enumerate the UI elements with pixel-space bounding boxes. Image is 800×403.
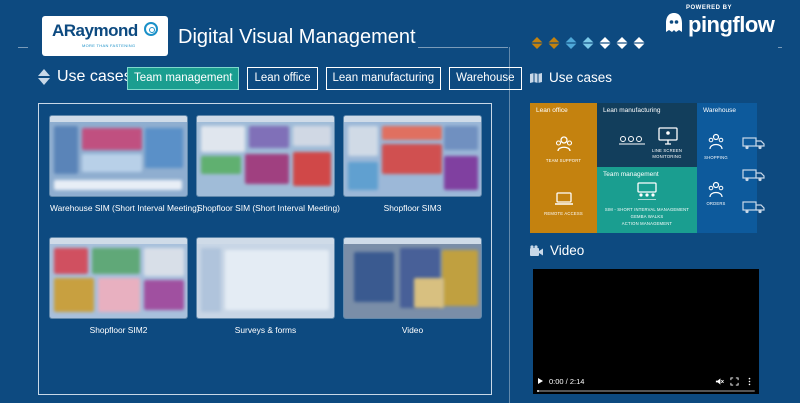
- truck-icon: [742, 201, 765, 214]
- powered-by-label: POWERED BY: [686, 5, 733, 11]
- tile-label: Warehouse SIM (Short Interval Meeting): [50, 203, 200, 213]
- tile-shopfloor-sim2[interactable]: Shopfloor SIM2: [50, 238, 187, 335]
- decorative-diamonds: [530, 36, 646, 50]
- video-camera-icon: [530, 244, 543, 256]
- cell-title: Warehouse: [703, 107, 736, 114]
- matrix-cell-lean-office[interactable]: Lean office TEAM SUPPORT REMOTE ACCESS: [530, 103, 597, 233]
- tile-label: Shopfloor SIM (Short Interval Meeting): [197, 203, 340, 213]
- cell-caption: REMOTE ACCESS: [544, 211, 583, 216]
- sort-diamond-icon: [38, 69, 50, 85]
- production-line-icon: [619, 136, 645, 145]
- araymond-logo: ARaymond MORE THAN FASTENING: [42, 16, 168, 56]
- use-case-matrix: Lean office TEAM SUPPORT REMOTE ACCESS L…: [530, 103, 757, 233]
- tile-shopfloor-sim[interactable]: Shopfloor SIM (Short Interval Meeting): [197, 116, 340, 213]
- diamond-icon: [632, 36, 646, 50]
- tile-thumbnail[interactable]: [344, 238, 481, 318]
- pingflow-ghost-icon: [666, 13, 682, 32]
- logo-tagline: MORE THAN FASTENING: [82, 43, 136, 48]
- video-player[interactable]: 0:00 / 2:14: [533, 269, 759, 394]
- cell-caption: SHOPPING: [704, 155, 728, 160]
- orders-team-icon: [708, 181, 724, 198]
- tab-team-management[interactable]: Team management: [127, 67, 240, 90]
- matrix-header: Use cases: [529, 70, 612, 85]
- video-time: 0:00 / 2:14: [549, 376, 585, 386]
- header-divider-left: [18, 47, 28, 48]
- tile-label: Surveys & forms: [234, 325, 297, 335]
- mute-icon[interactable]: [715, 377, 724, 386]
- cell-title: Lean manufacturing: [603, 107, 661, 114]
- shopping-team-icon: [708, 133, 724, 150]
- laptop-icon: [555, 192, 573, 205]
- tile-thumbnail[interactable]: [50, 238, 187, 318]
- pingflow-wordmark: pingflow: [688, 12, 775, 37]
- tile-video[interactable]: Video: [344, 238, 481, 335]
- cell-title: Team management: [603, 171, 659, 178]
- tile-label: Shopfloor SIM2: [89, 325, 148, 335]
- video-progress-bar[interactable]: [537, 390, 755, 392]
- diamond-icon: [530, 36, 544, 50]
- tab-lean-manufacturing[interactable]: Lean manufacturing: [325, 67, 442, 90]
- use-cases-title: Use cases: [57, 68, 132, 85]
- tab-lean-office[interactable]: Lean office: [247, 67, 318, 90]
- tile-thumbnail[interactable]: [50, 116, 187, 196]
- tile-thumbnail[interactable]: [344, 116, 481, 196]
- page-title: Digital Visual Management: [178, 26, 416, 48]
- video-controls: 0:00 / 2:14: [533, 374, 759, 388]
- matrix-title: Use cases: [549, 70, 613, 85]
- video-title: Video: [550, 243, 585, 258]
- cell-caption: GEMBA WALKS: [630, 214, 664, 219]
- use-cases-header: Use cases: [37, 68, 132, 86]
- line-screen-icon: [658, 127, 678, 145]
- fullscreen-icon[interactable]: [730, 376, 739, 386]
- tile-label: Video: [401, 325, 424, 335]
- video-header: Video: [529, 243, 584, 258]
- tile-thumbnail[interactable]: [197, 116, 334, 196]
- tile-label: Shopfloor SIM3: [383, 203, 442, 213]
- tile-shopfloor-sim3[interactable]: Shopfloor SIM3: [344, 116, 481, 213]
- matrix-cell-lean-manufacturing[interactable]: Lean manufacturing LINE SCREEN MONITORIN…: [597, 103, 697, 167]
- team-support-icon: [555, 136, 573, 152]
- diamond-icon: [547, 36, 561, 50]
- use-case-tabs: Team management Lean office Lean manufac…: [127, 67, 522, 90]
- truck-icon: [742, 137, 765, 150]
- logo-mark-icon: [144, 22, 158, 36]
- tile-thumbnail[interactable]: [197, 238, 334, 318]
- play-icon[interactable]: [538, 378, 543, 384]
- cell-title: Lean office: [536, 107, 568, 114]
- tile-warehouse-sim[interactable]: Warehouse SIM (Short Interval Meeting): [50, 116, 200, 213]
- tile-surveys-forms[interactable]: Surveys & forms: [197, 238, 334, 335]
- header-divider-mid: [418, 47, 508, 48]
- team-board-icon: [637, 182, 657, 200]
- diamond-icon: [564, 36, 578, 50]
- use-case-gallery: Warehouse SIM (Short Interval Meeting) S…: [38, 103, 492, 395]
- cell-caption: MONITORING: [652, 154, 682, 159]
- cell-caption: ACTION MANAGEMENT: [621, 221, 673, 226]
- matrix-cell-team-management[interactable]: Team management SIM - SHORT INTERVAL MAN…: [597, 167, 697, 233]
- cell-caption: SIM - SHORT INTERVAL MANAGEMENT: [604, 207, 690, 212]
- diamond-icon: [615, 36, 629, 50]
- cell-caption: ORDERS: [706, 201, 726, 206]
- tab-warehouse[interactable]: Warehouse: [449, 67, 522, 90]
- diamond-icon: [598, 36, 612, 50]
- header-divider-right: [778, 47, 782, 48]
- map-icon: [530, 72, 542, 83]
- video-progress-fill: [537, 390, 540, 392]
- cell-caption: TEAM SUPPORT: [545, 158, 582, 163]
- more-options-icon[interactable]: [745, 377, 754, 386]
- column-divider: [509, 47, 510, 403]
- logo-text: ARaymond: [52, 21, 138, 40]
- truck-icon: [742, 169, 765, 182]
- diamond-icon: [581, 36, 595, 50]
